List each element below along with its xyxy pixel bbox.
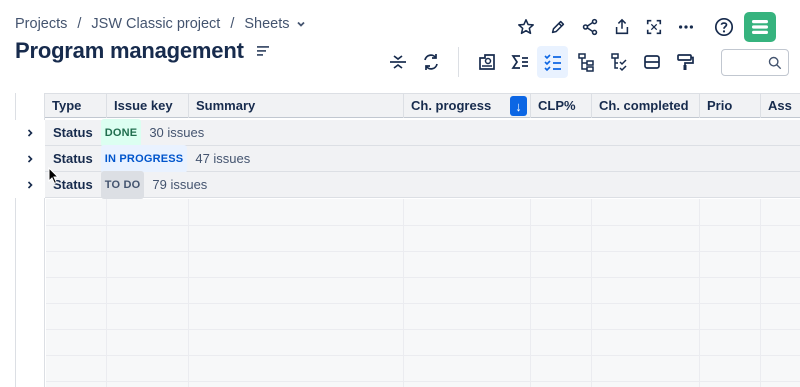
mouse-cursor-icon xyxy=(48,167,60,185)
status-badge: DONE xyxy=(100,119,142,147)
grid-line xyxy=(106,199,107,387)
hierarchy-check-icon[interactable] xyxy=(603,46,634,78)
grid-line xyxy=(46,355,800,356)
group-row-done[interactable]: Status DONE 30 issues xyxy=(15,119,800,147)
breadcrumb-separator: / xyxy=(230,16,235,32)
toolbar-divider xyxy=(458,47,459,77)
refresh-icon[interactable] xyxy=(415,46,446,78)
share-icon[interactable] xyxy=(574,11,606,43)
collapse-rows-icon[interactable] xyxy=(382,46,413,78)
expand-chevron-icon[interactable] xyxy=(15,146,45,172)
sort-arrow: ↓ xyxy=(515,98,522,114)
grid-line xyxy=(188,199,189,387)
group-field: Status xyxy=(53,125,93,140)
column-header-prio[interactable]: Prio xyxy=(699,94,760,118)
group-row-in-progress[interactable]: Status IN PROGRESS 47 issues xyxy=(15,145,800,173)
issue-count: 79 issues xyxy=(152,177,208,192)
breadcrumb-sheets[interactable]: Sheets xyxy=(244,16,289,32)
breadcrumb-project[interactable]: JSW Classic project xyxy=(91,16,220,32)
column-header-ch-completed[interactable]: Ch. completed xyxy=(591,94,699,118)
status-badge: IN PROGRESS xyxy=(100,145,188,173)
grid-line xyxy=(46,329,800,330)
search-input[interactable] xyxy=(721,49,789,76)
group-row-to-do[interactable]: Status TO DO 79 issues xyxy=(15,171,800,199)
column-header-issue-key[interactable]: Issue key xyxy=(106,94,188,118)
sheet-grid: Type Issue key Summary Ch. progress ↓ CL… xyxy=(15,93,800,387)
expand-chevron-icon[interactable] xyxy=(15,172,45,198)
app-icon[interactable] xyxy=(744,12,776,42)
grid-line xyxy=(699,199,700,387)
status-badge: TO DO xyxy=(100,171,145,199)
dashboard-icon[interactable] xyxy=(471,46,502,78)
search-icon xyxy=(768,56,782,69)
format-painter-icon[interactable] xyxy=(669,46,700,78)
issue-count: 47 issues xyxy=(195,151,251,166)
column-header-summary[interactable]: Summary xyxy=(188,94,403,118)
grid-line xyxy=(46,303,800,304)
grid-line xyxy=(46,225,800,226)
grid-line xyxy=(403,199,404,387)
help-icon[interactable] xyxy=(708,11,740,43)
edit-icon[interactable] xyxy=(542,11,574,43)
hierarchy-icon[interactable] xyxy=(570,46,601,78)
grid-line xyxy=(530,199,531,387)
top-actions xyxy=(510,11,776,43)
page-title-wrap: Program management xyxy=(15,38,270,64)
more-icon[interactable] xyxy=(670,11,702,43)
breadcrumb-separator: / xyxy=(77,16,82,32)
table-header: Type Issue key Summary Ch. progress ↓ CL… xyxy=(45,93,800,118)
sheet-toolbar xyxy=(382,46,702,78)
grid-body xyxy=(46,199,800,387)
column-header-clp[interactable]: CLP% xyxy=(530,94,591,118)
column-header-assignee[interactable]: Ass xyxy=(760,94,800,118)
sort-descending-icon[interactable]: ↓ xyxy=(510,96,527,116)
grid-line xyxy=(46,381,800,382)
menu-lines-icon[interactable] xyxy=(256,44,270,58)
fullscreen-icon[interactable] xyxy=(638,11,670,43)
chevron-down-icon[interactable] xyxy=(296,19,306,29)
breadcrumb-projects[interactable]: Projects xyxy=(15,16,67,32)
checklist-icon[interactable] xyxy=(537,46,568,78)
star-icon[interactable] xyxy=(510,11,542,43)
grid-line xyxy=(760,199,761,387)
export-icon[interactable] xyxy=(606,11,638,43)
grid-line xyxy=(591,199,592,387)
breadcrumb: Projects / JSW Classic project / Sheets xyxy=(15,16,306,32)
sum-icon[interactable] xyxy=(504,46,535,78)
column-header-type[interactable]: Type xyxy=(45,94,106,118)
grid-line xyxy=(46,277,800,278)
expand-chevron-icon[interactable] xyxy=(15,120,45,146)
issue-count: 30 issues xyxy=(149,125,205,140)
grid-line xyxy=(46,251,800,252)
page-title: Program management xyxy=(15,38,244,63)
row-height-icon[interactable] xyxy=(636,46,667,78)
